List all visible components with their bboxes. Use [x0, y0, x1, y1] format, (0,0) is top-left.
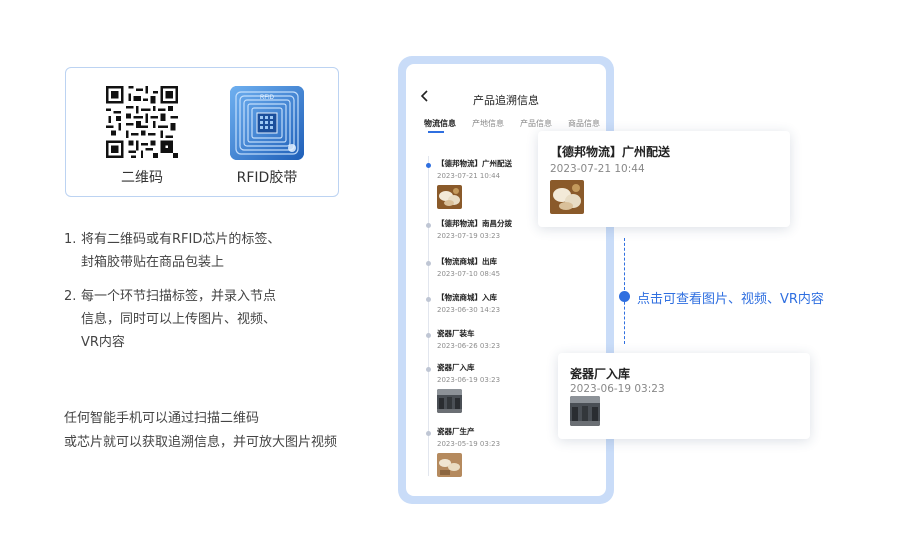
- timeline-item-title: 瓷器厂装车: [437, 329, 475, 338]
- timeline-item-title: 【德邦物流】广州配送: [437, 159, 512, 168]
- timeline-item-time: 2023-05-19 03:23: [437, 440, 501, 448]
- tab-goods[interactable]: 商品信息: [568, 118, 600, 129]
- tab-product[interactable]: 产品信息: [520, 118, 552, 129]
- step-2-line-3: VR内容: [81, 335, 125, 350]
- active-tab-indicator: [428, 131, 444, 133]
- detail-card-time: 2023-07-21 10:44: [550, 163, 645, 175]
- timeline-item-title: 瓷器厂生产: [437, 427, 475, 436]
- timeline-dot: [426, 261, 431, 266]
- step-1-line-2: 封箱胶带贴在商品包装上: [81, 255, 225, 270]
- timeline-item-title: 【德邦物流】南昌分拨: [437, 219, 512, 228]
- timeline-dot-active: [426, 163, 431, 168]
- timeline-item-title: 【物流商城】出库: [437, 257, 497, 266]
- step-1: 1. 将有二维码或有RFID芯片的标签、 封箱胶带贴在商品包装上: [64, 228, 280, 274]
- timeline-dot: [426, 333, 431, 338]
- warehouse-photo[interactable]: [570, 396, 600, 426]
- tableware-photo-thumbnail[interactable]: [437, 185, 462, 209]
- warehouse-photo-thumbnail[interactable]: [437, 389, 462, 413]
- timeline-item-title: 瓷器厂入库: [437, 363, 475, 372]
- timeline-item-time: 2023-07-19 03:23: [437, 232, 501, 240]
- tab-origin[interactable]: 产地信息: [472, 118, 504, 129]
- timeline-dot: [426, 297, 431, 302]
- timeline-detail-card[interactable]: 【德邦物流】广州配送 2023-07-21 10:44: [538, 131, 790, 227]
- step-2-line-2: 信息，同时可以上传图片、视频、: [81, 312, 277, 327]
- screen-title: 产品追溯信息: [473, 94, 539, 107]
- tableware-photo[interactable]: [550, 180, 584, 214]
- tab-logistics[interactable]: 物流信息: [424, 118, 456, 129]
- step-2-number: 2.: [64, 289, 77, 304]
- qr-code-image: [106, 86, 178, 158]
- timeline-item-time: 2023-07-21 10:44: [437, 172, 501, 180]
- timeline-dot: [426, 223, 431, 228]
- timeline-item-time: 2023-06-19 03:23: [437, 376, 501, 384]
- rfid-chip-text: RFID: [260, 95, 274, 101]
- hint-text: 点击可查看图片、视频、VR内容: [637, 292, 824, 307]
- timeline-item-time: 2023-06-30 14:23: [437, 306, 501, 314]
- detail-card-title: 【德邦物流】广州配送: [550, 145, 671, 159]
- usage-note-line-2: 或芯片就可以获取追溯信息，并可放大图片视频: [64, 435, 338, 450]
- timeline-detail-card[interactable]: 瓷器厂入库 2023-06-19 03:23: [558, 353, 810, 439]
- timeline-dot: [426, 367, 431, 372]
- detail-card-title: 瓷器厂入库: [570, 367, 631, 381]
- rfid-tape-image: RFID: [230, 86, 304, 160]
- hint-dot: [619, 291, 630, 302]
- usage-note: 任何智能手机可以通过扫描二维码 或芯片就可以获取追溯信息，并可放大图片视频: [64, 407, 364, 455]
- step-2: 2. 每一个环节扫描标签，并录入节点 信息，同时可以上传图片、视频、 VR内容: [64, 285, 276, 354]
- qr-code-label: 二维码: [121, 170, 163, 186]
- timeline-line: [428, 156, 429, 476]
- rfid-tape-label: RFID胶带: [236, 170, 298, 186]
- detail-card-time: 2023-06-19 03:23: [570, 383, 665, 395]
- tag-type-card: RFID 二维码 RFID胶带: [65, 67, 339, 197]
- timeline-dot: [426, 431, 431, 436]
- timeline-item-title: 【物流商城】入库: [437, 293, 497, 302]
- usage-note-line-1: 任何智能手机可以通过扫描二维码: [64, 411, 260, 426]
- step-1-number: 1.: [64, 232, 77, 247]
- timeline-item-time: 2023-06-26 03:23: [437, 342, 501, 350]
- production-photo-thumbnail[interactable]: [437, 453, 462, 477]
- step-2-line-1: 每一个环节扫描标签，并录入节点: [81, 289, 277, 304]
- timeline-item-time: 2023-07-10 08:45: [437, 270, 501, 278]
- step-1-line-1: 将有二维码或有RFID芯片的标签、: [81, 232, 281, 247]
